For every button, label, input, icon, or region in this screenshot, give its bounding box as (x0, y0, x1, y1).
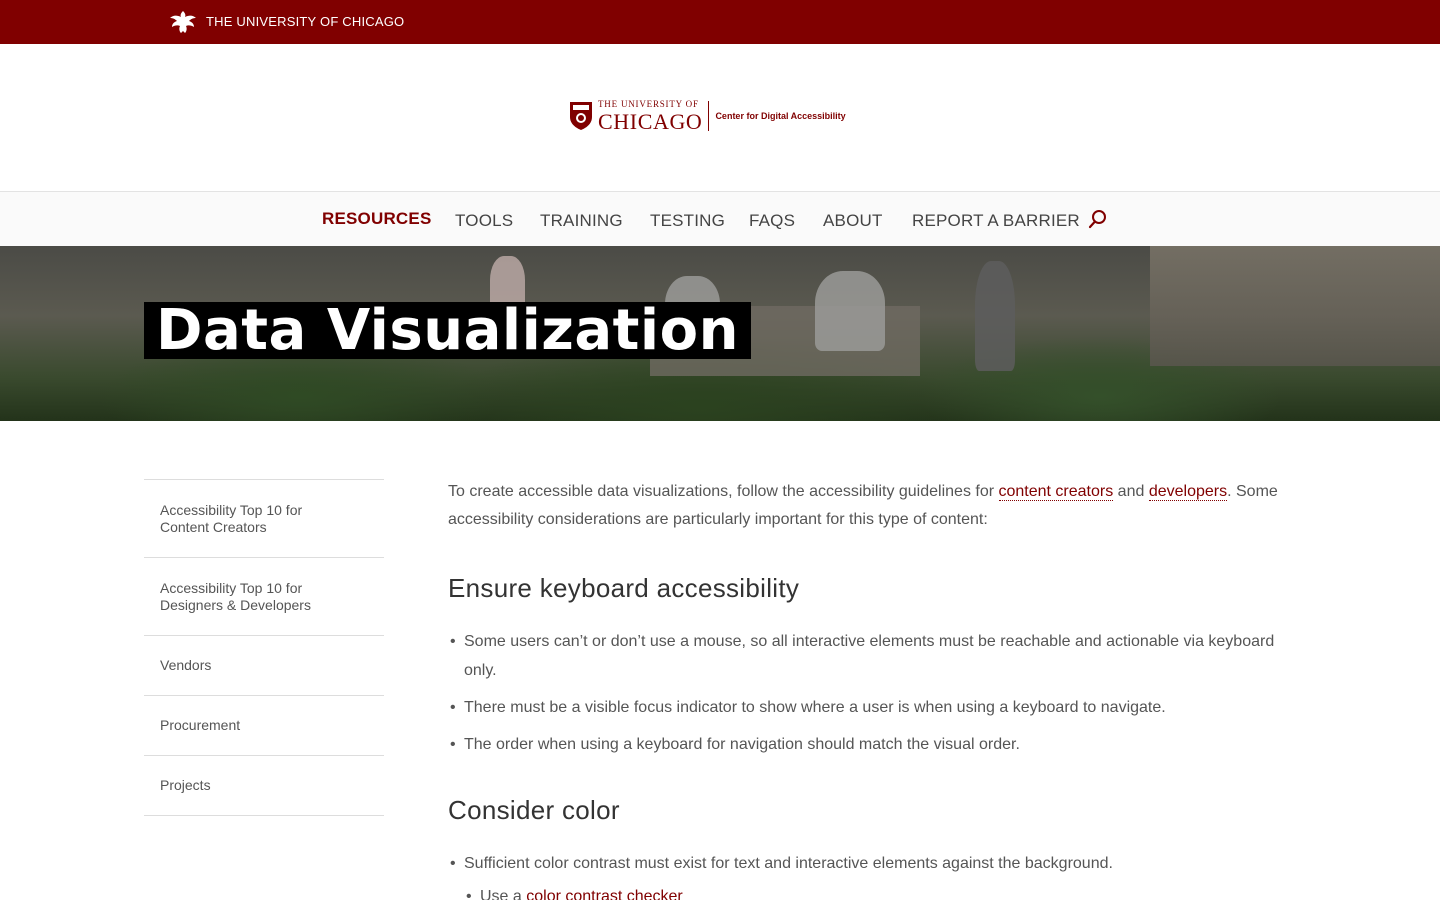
sidebar-item-label: Vendors (160, 657, 212, 673)
intro-text: and (1113, 483, 1149, 500)
developers-link[interactable]: developers (1148, 483, 1228, 501)
shield-icon (570, 102, 592, 130)
intro-paragraph: To create accessible data visualizations… (448, 478, 1308, 534)
wordmark-big: CHICAGO (598, 108, 703, 134)
main-content: To create accessible data visualizations… (448, 478, 1308, 900)
hero-banner: Data Visualization (0, 246, 1440, 421)
color-list: Sufficient color contrast must exist for… (448, 849, 1308, 900)
nav-item-testing[interactable]: TESTING (650, 211, 725, 231)
page-title-box: Data Visualization (144, 302, 751, 359)
hero-person-image (815, 271, 885, 351)
hero-building-image (1150, 246, 1440, 366)
keyboard-list: Some users can’t or don’t use a mouse, s… (448, 627, 1308, 767)
site-header: THE UNIVERSITY OF CHICAGO Center for Dig… (0, 44, 1440, 191)
nav-item-report-barrier[interactable]: REPORT A BARRIER (912, 211, 1080, 231)
university-topbar: THE UNIVERSITY OF CHICAGO (0, 0, 1440, 44)
phoenix-icon[interactable] (168, 9, 198, 35)
nav-item-training[interactable]: TRAINING (540, 211, 623, 231)
search-icon[interactable] (1088, 209, 1108, 229)
wordmark-small: THE UNIVERSITY OF (598, 98, 699, 109)
sidebar-item-label: Projects (160, 777, 211, 793)
sidebar-item-top10-designers-developers[interactable]: Accessibility Top 10 for Designers & Dev… (144, 558, 384, 636)
sidebar-item-label: Accessibility Top 10 for Content Creator… (160, 501, 303, 535)
center-name: Center for Digital Accessibility (715, 111, 846, 121)
section-heading-color: Consider color (448, 795, 620, 825)
sidebar-item-projects[interactable]: Projects (144, 756, 384, 816)
list-item: There must be a visible focus indicator … (448, 693, 1308, 722)
list-item: The order when using a keyboard for navi… (448, 730, 1308, 759)
list-item: Some users can’t or don’t use a mouse, s… (448, 627, 1308, 685)
hero-person-image (975, 261, 1015, 371)
sub-list-item: Use a color contrast checker (464, 882, 1308, 900)
site-logo[interactable]: THE UNIVERSITY OF CHICAGO Center for Dig… (569, 99, 846, 133)
sidebar-item-label: Accessibility Top 10 for Designers & Dev… (160, 579, 311, 613)
intro-text: To create accessible data visualizations… (448, 483, 999, 500)
page-title: Data Visualization (156, 297, 739, 363)
nav-item-about[interactable]: ABOUT (823, 211, 883, 231)
nav-item-resources[interactable]: RESOURCES (322, 209, 432, 229)
logo-divider (708, 101, 710, 131)
university-name-link[interactable]: THE UNIVERSITY OF CHICAGO (206, 14, 404, 29)
list-item: Sufficient color contrast must exist for… (448, 849, 1308, 878)
sidebar-item-label: Procurement (160, 717, 241, 733)
section-heading-keyboard: Ensure keyboard accessibility (448, 573, 800, 603)
nav-item-faqs[interactable]: FAQS (749, 211, 795, 231)
main-navigation: RESOURCES TOOLS TRAINING TESTING FAQS AB… (0, 191, 1440, 246)
university-wordmark: THE UNIVERSITY OF CHICAGO (598, 98, 703, 134)
content-creators-link[interactable]: content creators (998, 483, 1114, 501)
sidebar-item-top10-content-creators[interactable]: Accessibility Top 10 for Content Creator… (144, 480, 384, 558)
sidebar-item-vendors[interactable]: Vendors (144, 636, 384, 696)
nav-item-tools[interactable]: TOOLS (455, 211, 513, 231)
sidebar-navigation: Accessibility Top 10 for Content Creator… (144, 479, 384, 816)
sidebar-item-procurement[interactable]: Procurement (144, 696, 384, 756)
color-contrast-checker-link[interactable]: color contrast checker (526, 888, 683, 900)
sub-list-text: Use a (480, 888, 527, 900)
